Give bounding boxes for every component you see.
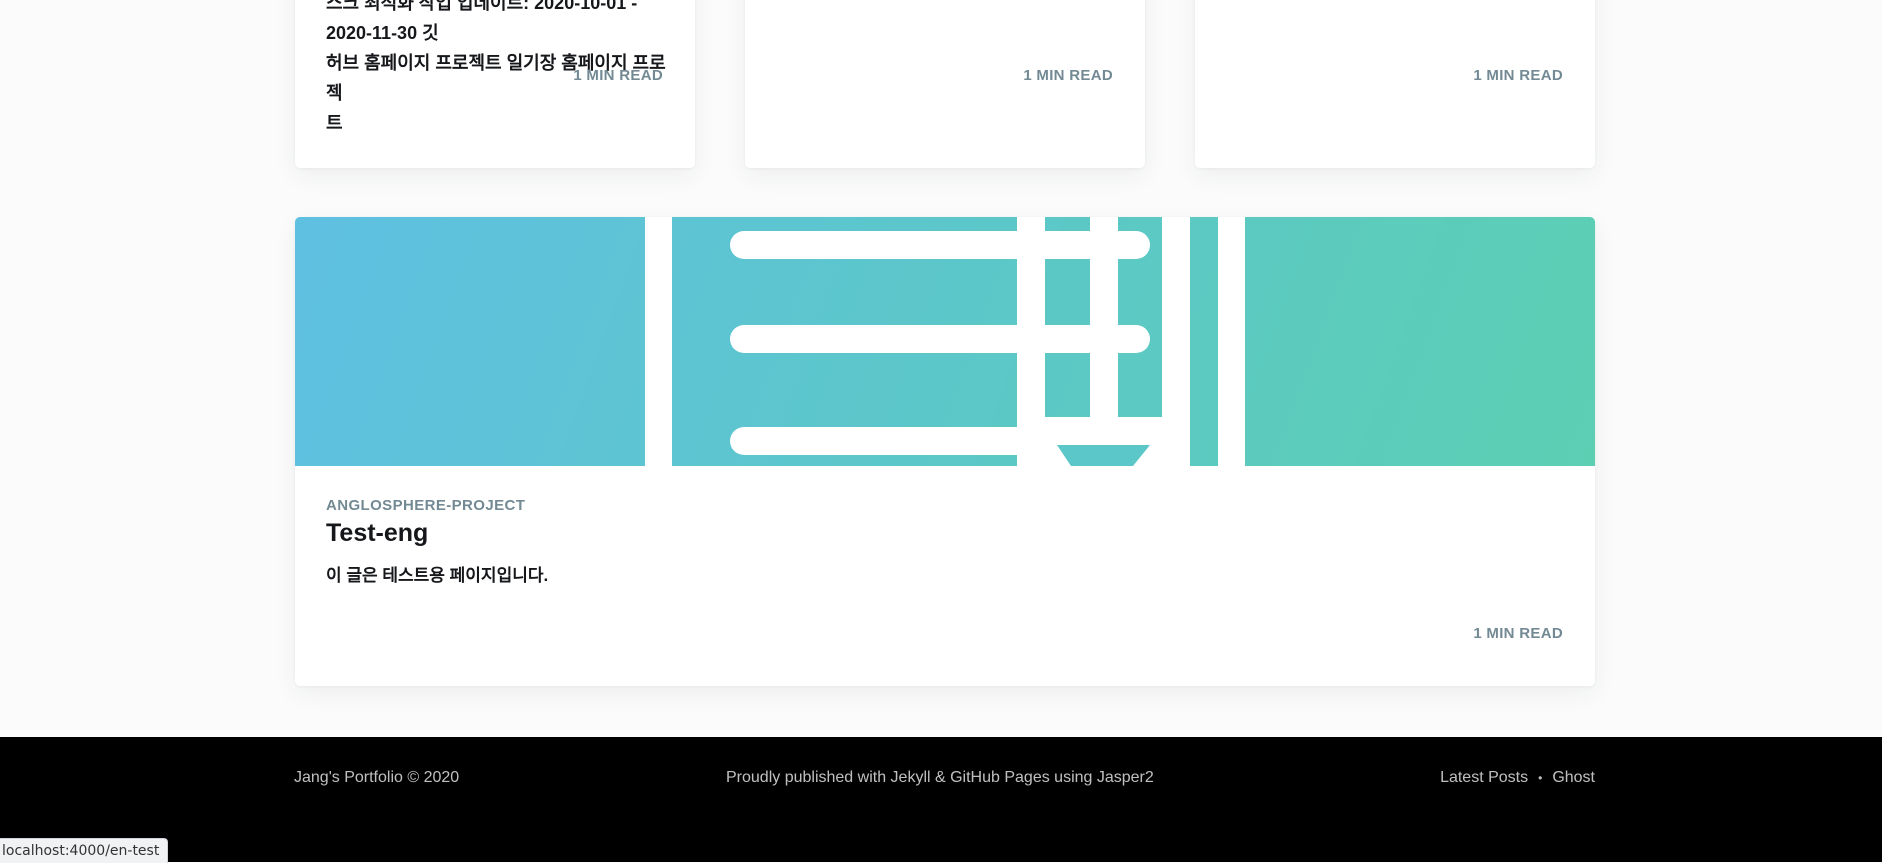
browser-status-url: localhost:4000/en-test [0, 838, 169, 863]
post-card[interactable]: 스크 최적화 작업 업데이트: 2020-10-01 - 2020-11-30 … [295, 0, 695, 168]
excerpt-line: 스크 최적화 작업 업데이트: 2020-10-01 - 2020-11-30 … [326, 0, 638, 43]
excerpt-line: 트 [326, 113, 343, 133]
reading-time: 1 MIN READ [1473, 67, 1563, 84]
post-title[interactable]: Test-eng [326, 519, 428, 548]
post-tag[interactable]: ANGLOSPHERE-PROJECT [326, 497, 525, 514]
post-excerpt: 이 글은 테스트용 페이지입니다. [326, 566, 549, 585]
reading-time: 1 MIN READ [1473, 625, 1563, 642]
footer-nav: Latest Posts • Ghost [1440, 769, 1595, 787]
site-footer: Jang's Portfolio © 2020 Proudly publishe… [0, 737, 1882, 862]
reading-time: 1 MIN READ [573, 67, 663, 84]
footer-separator: • [1538, 771, 1543, 785]
footer-link-latest-posts[interactable]: Latest Posts [1440, 769, 1528, 787]
post-card-image[interactable] [295, 217, 1595, 466]
pencil-notebook-icon [645, 217, 1245, 466]
reading-time: 1 MIN READ [1023, 67, 1113, 84]
post-card[interactable]: 1 MIN READ [1195, 0, 1595, 168]
footer-copyright[interactable]: Jang's Portfolio © 2020 [294, 769, 459, 787]
footer-link-ghost[interactable]: Ghost [1552, 769, 1595, 787]
footer-published: Proudly published with Jekyll & GitHub P… [726, 769, 1154, 786]
featured-post-card[interactable]: ANGLOSPHERE-PROJECT Test-eng 이 글은 테스트용 페… [295, 217, 1595, 686]
post-card[interactable]: 1 MIN READ [745, 0, 1145, 168]
